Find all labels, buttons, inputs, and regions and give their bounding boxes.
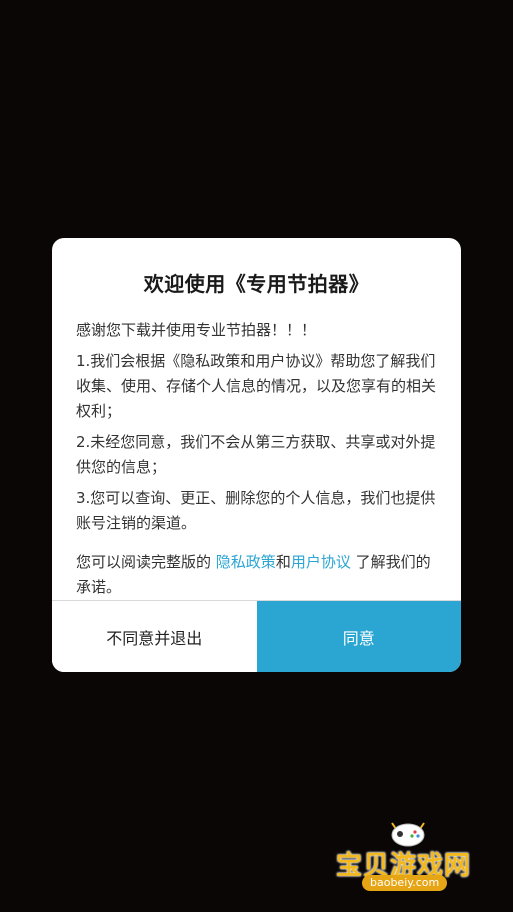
screen: 欢迎使用《专用节拍器》 感谢您下载并使用专业节拍器！！！ 1.我们会根据《隐私政… bbox=[0, 0, 513, 912]
footer-and: 和 bbox=[275, 553, 291, 571]
policy-item-3: 3.您可以查询、更正、删除您的个人信息，我们也提供账号注销的渠道。 bbox=[76, 489, 436, 532]
dialog-buttons: 不同意并退出 同意 bbox=[52, 600, 461, 672]
policy-item-1: 1.我们会根据《隐私政策和用户协议》帮助您了解我们收集、使用、存储个人信息的情况… bbox=[76, 352, 437, 420]
policy-item-2: 2.未经您同意，我们不会从第三方获取、共享或对外提供您的信息； bbox=[76, 433, 436, 476]
user-agreement-link[interactable]: 用户协议 bbox=[291, 553, 351, 571]
privacy-consent-dialog: 欢迎使用《专用节拍器》 感谢您下载并使用专业节拍器！！！ 1.我们会根据《隐私政… bbox=[52, 238, 461, 672]
privacy-policy-link[interactable]: 隐私政策 bbox=[216, 553, 276, 571]
dialog-body: 感谢您下载并使用专业节拍器！！！ 1.我们会根据《隐私政策和用户协议》帮助您了解… bbox=[76, 318, 438, 606]
watermark-url: baobeiy.com bbox=[362, 875, 448, 891]
dialog-title: 欢迎使用《专用节拍器》 bbox=[143, 272, 370, 296]
footer-prefix: 您可以阅读完整版的 bbox=[76, 553, 212, 571]
agree-button[interactable]: 同意 bbox=[256, 601, 461, 672]
intro-text: 感谢您下载并使用专业节拍器！！！ bbox=[76, 321, 317, 339]
watermark: 宝贝游戏网 baobeiy.com bbox=[336, 815, 486, 895]
footer-text: 您可以阅读完整版的 隐私政策和用户协议 了解我们的承诺。 bbox=[76, 550, 438, 600]
decline-exit-button[interactable]: 不同意并退出 bbox=[52, 601, 257, 672]
